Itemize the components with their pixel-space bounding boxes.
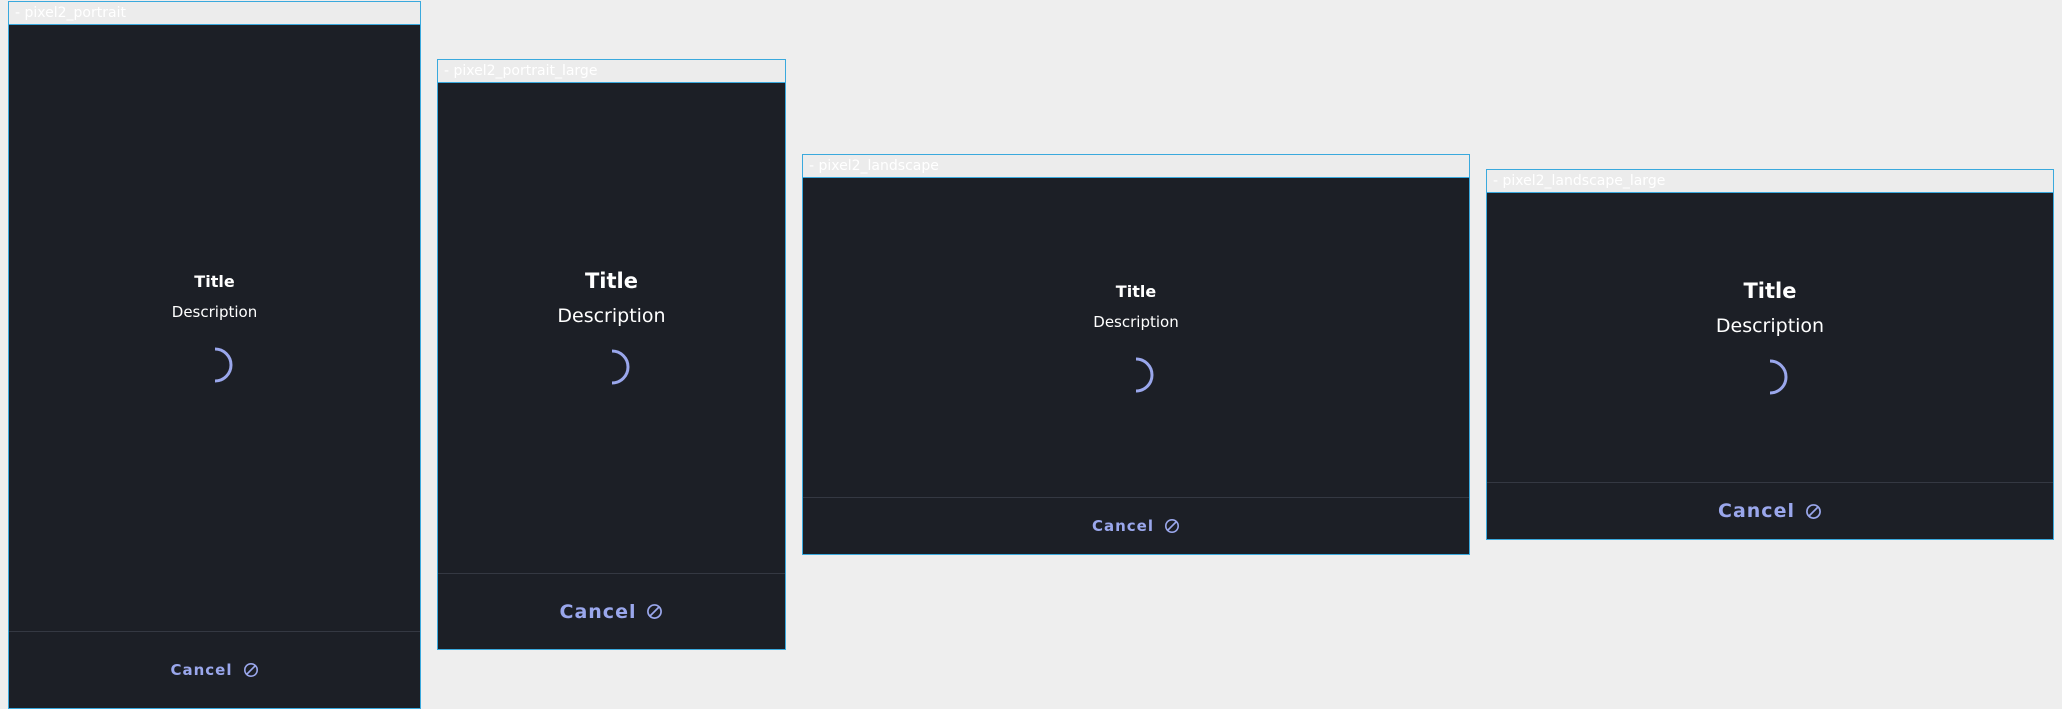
loading-title: Title	[194, 271, 235, 291]
loading-screen: Title Description Cancel	[803, 178, 1469, 554]
loading-title: Title	[1115, 281, 1157, 301]
loading-description: Description	[557, 305, 666, 327]
frame-label: - pixel2_landscape_large	[1487, 170, 2053, 193]
frame-label: - pixel2_portrait_large	[438, 60, 785, 83]
ban-icon	[1806, 503, 1821, 519]
cancel-button-label: Cancel	[1091, 517, 1154, 535]
device-frame-pixel2-landscape: - pixel2_landscape Title Description Can…	[802, 154, 1470, 555]
spinner-icon	[1135, 357, 1154, 392]
ban-icon	[1165, 519, 1179, 533]
dialog-footer: Cancel	[9, 631, 420, 708]
loading-description: Description	[1715, 315, 1825, 337]
loading-content: Title Description	[1487, 193, 2053, 483]
loading-screen: Title Description Cancel	[9, 25, 420, 708]
cancel-button-label: Cancel	[170, 661, 233, 679]
cancel-button-label: Cancel	[1718, 500, 1795, 522]
device-frame-pixel2-landscape-large: - pixel2_landscape_large Title Descripti…	[1486, 169, 2054, 540]
loading-description: Description	[1093, 312, 1179, 331]
loading-title: Title	[584, 269, 638, 293]
cancel-button[interactable]: Cancel	[1718, 500, 1822, 522]
loading-content: Title Description	[803, 178, 1469, 498]
dialog-footer: Cancel	[803, 497, 1469, 554]
spinner-icon	[1769, 359, 1788, 395]
cancel-button[interactable]: Cancel	[1092, 517, 1180, 535]
cancel-button[interactable]: Cancel	[560, 601, 664, 623]
loading-title: Title	[1743, 279, 1797, 303]
spinner-icon	[214, 347, 232, 382]
cancel-button-label: Cancel	[559, 600, 637, 623]
dialog-footer: Cancel	[438, 573, 785, 649]
loading-content: Title Description	[9, 25, 420, 631]
loading-screen: Title Description Cancel	[438, 83, 785, 649]
ban-icon	[243, 663, 258, 677]
cancel-button[interactable]: Cancel	[170, 661, 258, 679]
loading-screen: Title Description Cancel	[1487, 193, 2053, 539]
device-frame-pixel2-portrait: - pixel2_portrait Title Description Canc…	[8, 1, 421, 709]
loading-content: Title Description	[438, 83, 785, 573]
loading-description: Description	[171, 302, 258, 321]
spinner-icon	[611, 349, 629, 385]
dialog-footer: Cancel	[1487, 482, 2053, 539]
frame-label: - pixel2_portrait	[9, 2, 420, 25]
frame-label: - pixel2_landscape	[803, 155, 1469, 178]
device-frame-pixel2-portrait-large: - pixel2_portrait_large Title Descriptio…	[437, 59, 786, 650]
ban-icon	[647, 604, 663, 619]
